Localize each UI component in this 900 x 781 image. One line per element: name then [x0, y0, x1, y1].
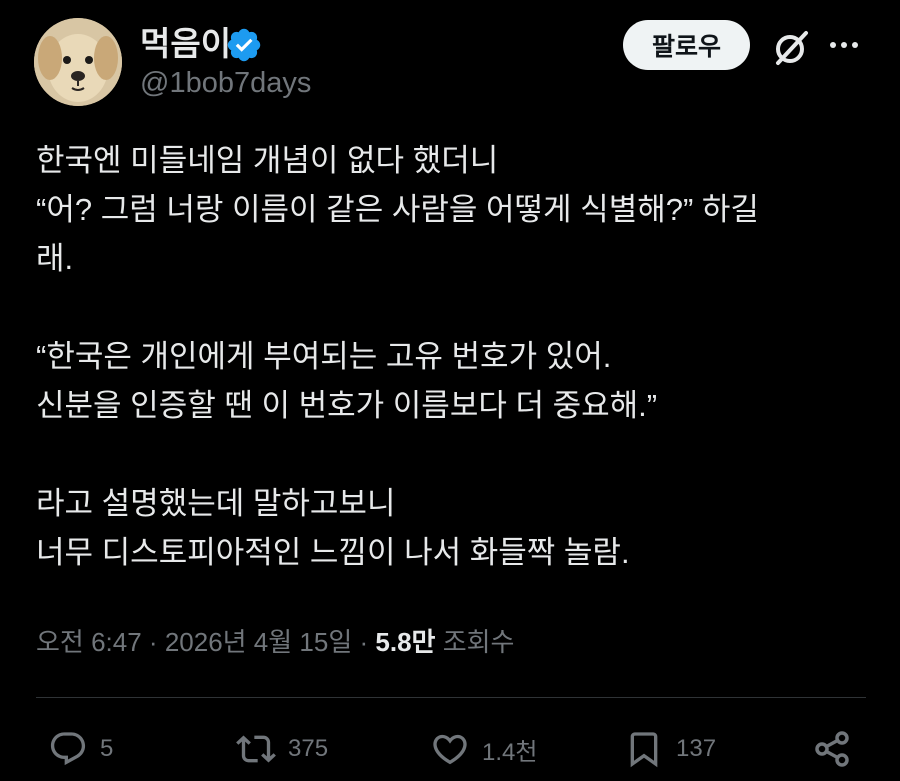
reply-count: 5	[100, 735, 114, 762]
repost-icon	[236, 735, 276, 763]
tweet-line: 너무 디스토피아적인 느낌이 나서 화들짝 놀람.	[36, 535, 630, 570]
tweet-line: 신분을 인증할 땐 이 번호가 이름보다 더 중요해.”	[36, 388, 658, 423]
bookmark-button[interactable]: 137	[624, 727, 716, 771]
follow-button[interactable]: 팔로우	[623, 20, 750, 70]
avatar[interactable]	[34, 18, 122, 106]
verified-badge-icon	[227, 28, 261, 62]
tweet-date[interactable]: 2026년 4월 15일	[165, 627, 352, 657]
repost-count: 375	[288, 735, 329, 762]
tweet-time[interactable]: 오전 6:47	[36, 627, 142, 657]
user-handle[interactable]: @1bob7days	[140, 64, 311, 102]
puppy-avatar-image	[34, 18, 122, 106]
like-button[interactable]: 1.4천	[430, 727, 537, 771]
display-name[interactable]: 먹음이	[140, 24, 231, 64]
grok-icon[interactable]	[770, 27, 812, 69]
tweet-text: 한국엔 미들네임 개념이 없다 했더니 “어? 그럼 너랑 이름이 같은 사람을…	[36, 136, 866, 577]
tweet-line: 한국엔 미들네임 개념이 없다 했더니	[36, 143, 499, 178]
views-count[interactable]: 5.8만	[375, 627, 435, 657]
tweet-line: “어? 그럼 너랑 이름이 같은 사람을 어떻게 식별해?” 하길	[36, 192, 759, 227]
meta-separator: ·	[148, 627, 158, 657]
meta-separator: ·	[359, 627, 369, 657]
bookmark-icon	[630, 732, 658, 768]
bookmark-count: 137	[676, 735, 717, 762]
share-icon[interactable]	[812, 729, 852, 769]
divider	[36, 697, 866, 698]
reply-icon	[50, 732, 86, 766]
reply-button[interactable]: 5	[48, 727, 113, 771]
views-label: 조회수	[442, 627, 515, 657]
tweet-line: 래.	[36, 241, 74, 276]
repost-button[interactable]: 375	[236, 727, 328, 771]
like-count: 1.4천	[482, 738, 538, 766]
tweet-line: “한국은 개인에게 부여되는 고유 번호가 있어.	[36, 339, 612, 374]
tweet-line: 라고 설명했는데 말하고보니	[36, 486, 396, 521]
tweet-meta: 오전 6:47 · 2026년 4월 15일 · 5.8만 조회수	[36, 620, 514, 664]
more-icon[interactable]	[826, 27, 862, 63]
heart-icon	[433, 734, 467, 765]
